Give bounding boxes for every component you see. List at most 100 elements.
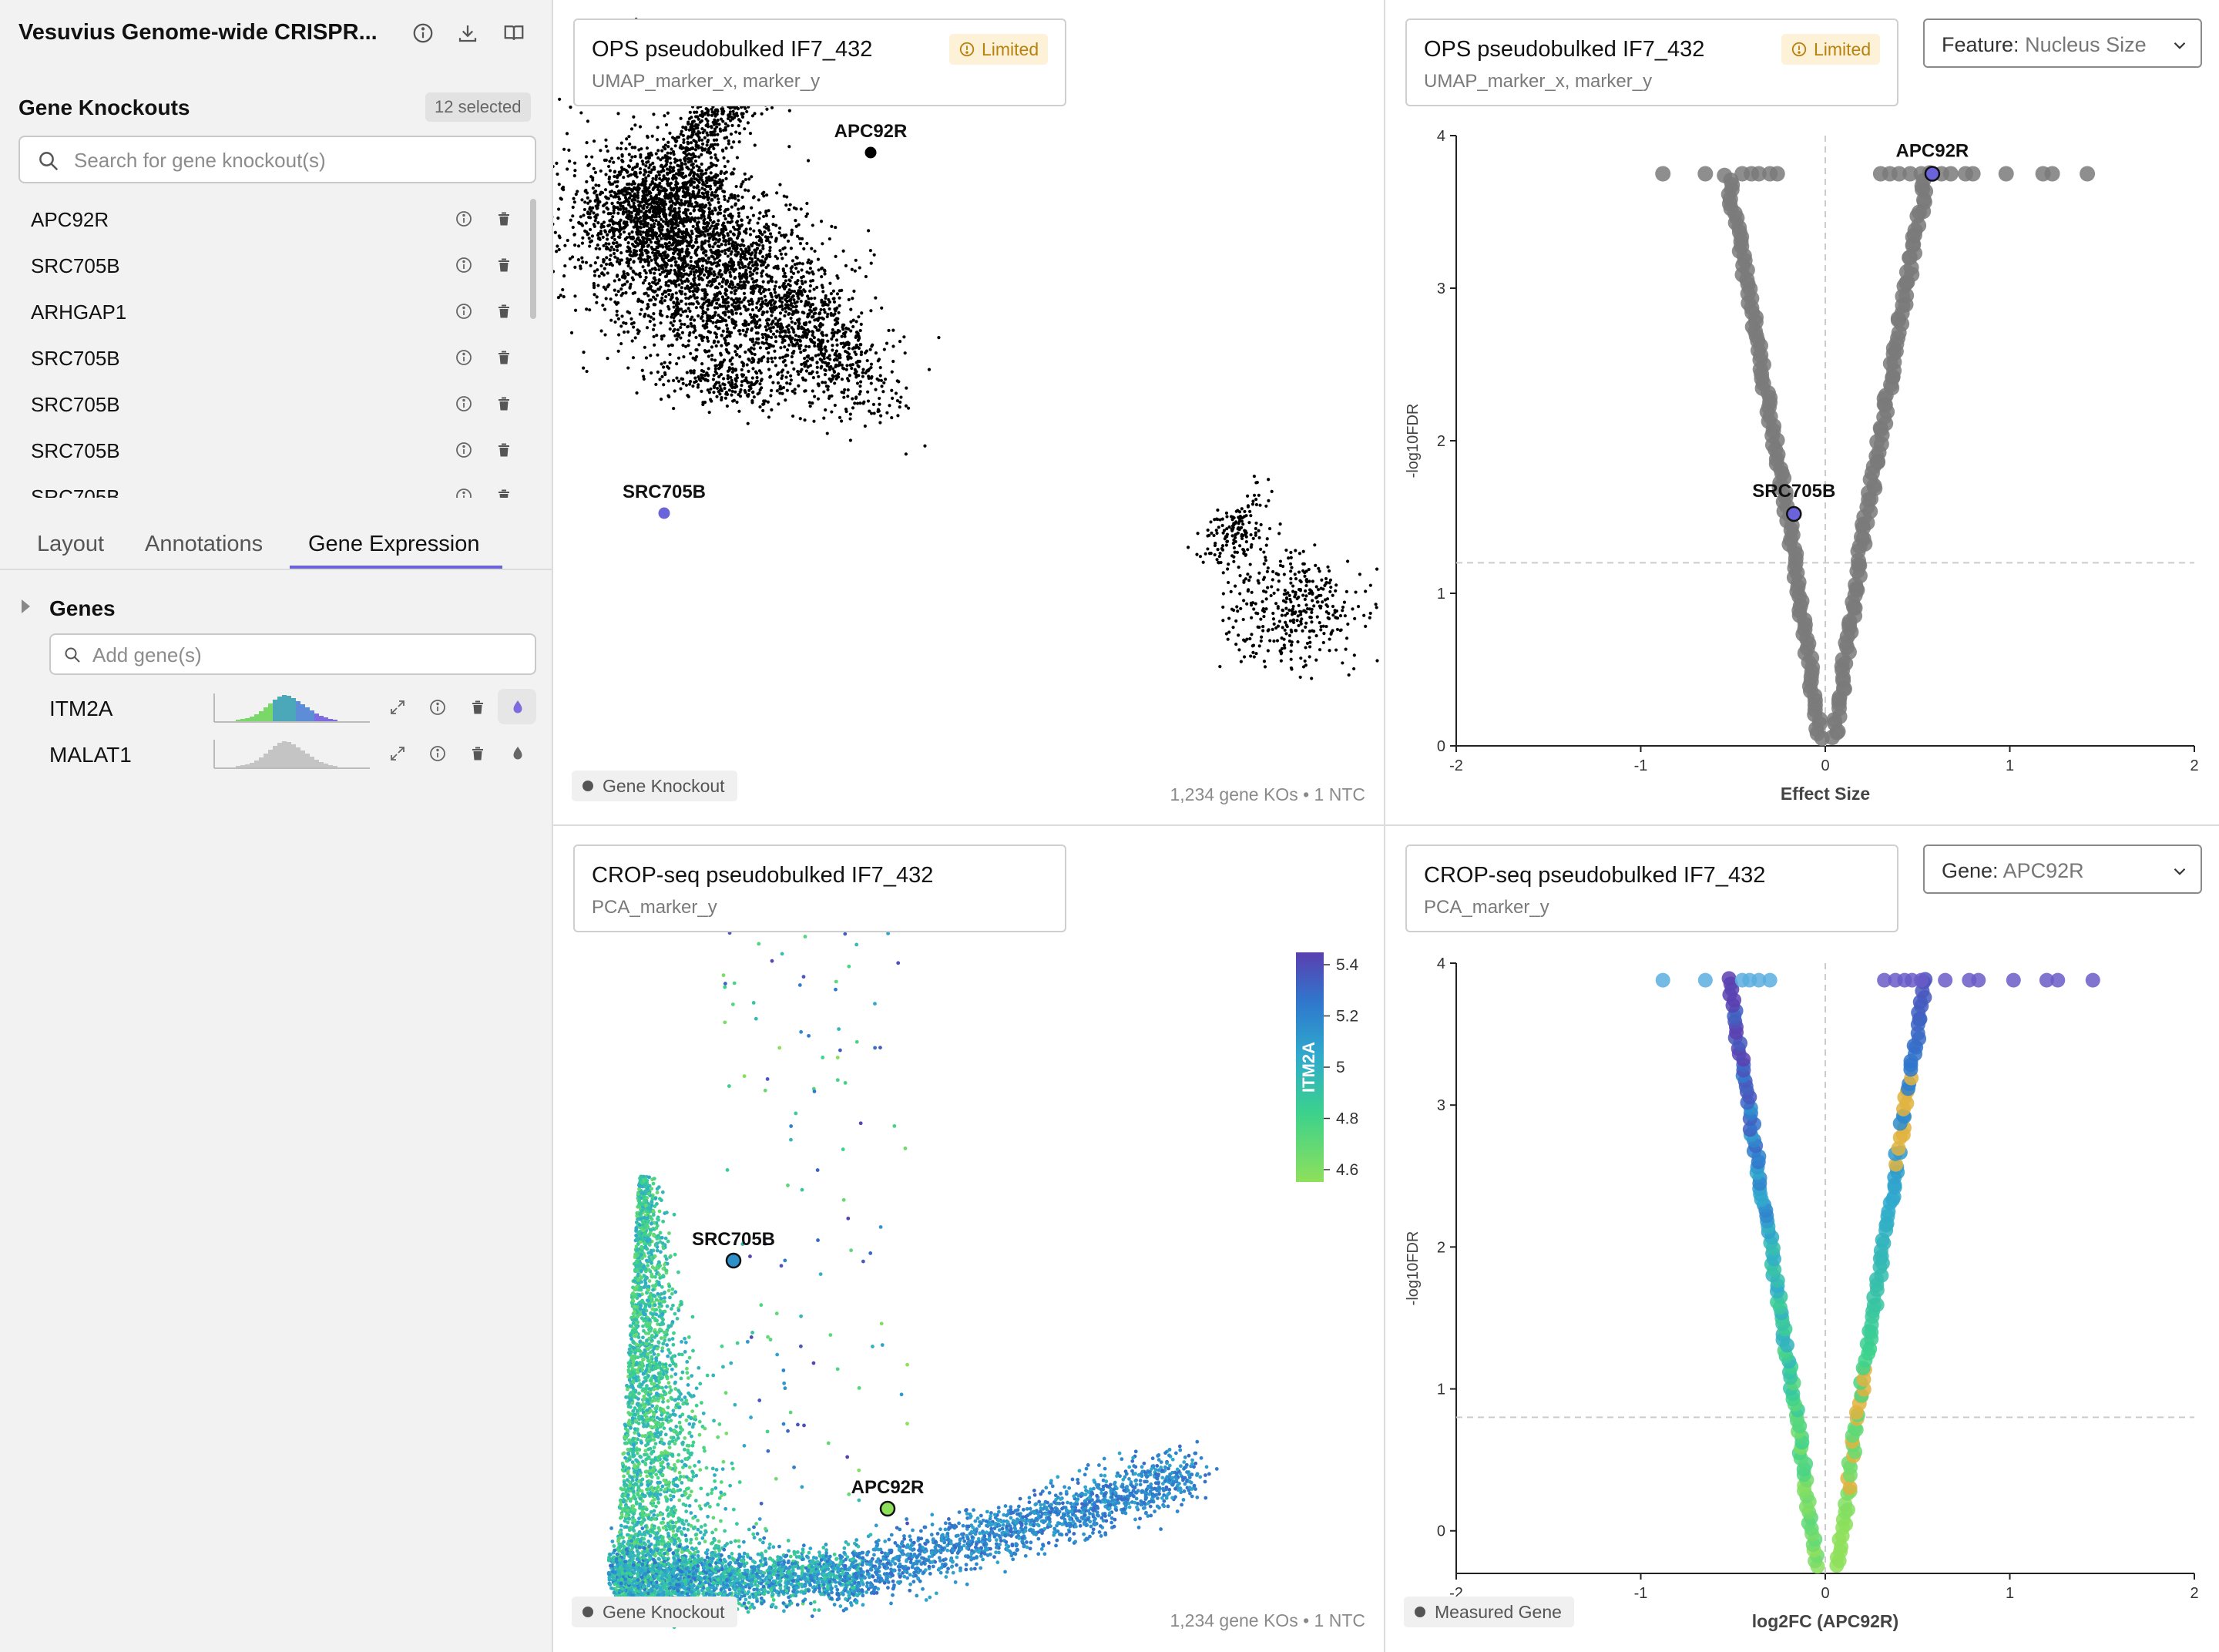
umap-cell bbox=[693, 289, 697, 293]
knockout-list-item[interactable]: APC92R bbox=[0, 196, 532, 242]
ops-umap-plot[interactable]: APC92RSRC705B bbox=[553, 0, 1385, 826]
tab-annotations[interactable]: Annotations bbox=[145, 532, 263, 557]
info-icon[interactable] bbox=[428, 698, 447, 717]
umap-cell bbox=[670, 228, 674, 232]
umap-cell bbox=[731, 260, 736, 264]
umap-cell bbox=[851, 324, 855, 329]
umap-cell bbox=[848, 438, 853, 442]
umap-cell bbox=[796, 270, 801, 274]
umap-cell bbox=[1333, 609, 1337, 613]
tab-layout[interactable]: Layout bbox=[37, 532, 104, 557]
trash-icon[interactable] bbox=[468, 698, 487, 717]
umap-cell bbox=[750, 206, 754, 210]
umap-cell bbox=[784, 375, 788, 379]
expand-icon[interactable] bbox=[388, 698, 407, 717]
add-gene-input[interactable] bbox=[92, 641, 524, 669]
umap-cell bbox=[785, 334, 789, 338]
umap-cell bbox=[1269, 593, 1273, 598]
info-icon[interactable] bbox=[455, 348, 473, 367]
color-drop-icon[interactable] bbox=[509, 744, 527, 763]
knockout-search-input[interactable] bbox=[74, 145, 521, 176]
umap-cell bbox=[1271, 617, 1276, 621]
umap-cell bbox=[630, 242, 635, 247]
umap-cell bbox=[797, 334, 801, 338]
umap-cell bbox=[781, 296, 784, 300]
umap-cell bbox=[726, 124, 730, 128]
trash-icon[interactable] bbox=[495, 302, 513, 321]
info-icon[interactable] bbox=[455, 441, 473, 459]
umap-cell bbox=[623, 276, 627, 280]
info-icon[interactable] bbox=[428, 744, 447, 763]
umap-cell bbox=[1324, 576, 1328, 581]
umap-cell bbox=[710, 178, 714, 182]
umap-cell bbox=[1305, 607, 1310, 611]
umap-cell bbox=[675, 376, 679, 380]
umap-cell bbox=[734, 377, 737, 381]
genes-section-toggle[interactable]: Genes bbox=[0, 589, 553, 627]
add-gene-field[interactable] bbox=[49, 633, 536, 675]
umap-cell bbox=[695, 223, 700, 227]
download-icon[interactable] bbox=[456, 22, 479, 45]
info-icon[interactable] bbox=[455, 210, 473, 228]
trash-icon[interactable] bbox=[495, 441, 513, 459]
color-drop-icon[interactable] bbox=[509, 698, 527, 717]
umap-cell bbox=[712, 111, 717, 115]
knockout-list-scrollbar[interactable] bbox=[530, 199, 536, 319]
umap-cell bbox=[774, 317, 777, 321]
umap-cell bbox=[663, 251, 666, 255]
info-icon[interactable] bbox=[411, 22, 435, 45]
umap-cell bbox=[755, 247, 760, 250]
umap-cell bbox=[1264, 559, 1268, 562]
info-icon[interactable] bbox=[455, 395, 473, 413]
umap-cell bbox=[1316, 588, 1321, 592]
umap-cell bbox=[713, 314, 717, 317]
umap-cell bbox=[778, 183, 782, 186]
info-icon[interactable] bbox=[455, 487, 473, 498]
gene-row[interactable]: ITM2A bbox=[0, 687, 553, 730]
info-icon[interactable] bbox=[455, 302, 473, 321]
trash-icon[interactable] bbox=[468, 744, 487, 763]
trash-icon[interactable] bbox=[495, 395, 513, 413]
knockout-list-item[interactable]: SRC705B bbox=[0, 381, 532, 427]
umap-cell bbox=[655, 138, 660, 142]
umap-cell bbox=[1265, 569, 1270, 573]
umap-cell bbox=[613, 190, 616, 195]
trash-icon[interactable] bbox=[495, 256, 513, 274]
info-icon[interactable] bbox=[455, 256, 473, 274]
umap-cell bbox=[650, 181, 654, 185]
umap-cell bbox=[821, 290, 825, 294]
umap-cell bbox=[676, 223, 680, 227]
umap-cell bbox=[734, 249, 738, 253]
umap-cell bbox=[653, 323, 656, 327]
umap-cell bbox=[896, 414, 900, 418]
umap-cell bbox=[717, 381, 721, 384]
umap-cell bbox=[632, 325, 636, 329]
trash-icon[interactable] bbox=[495, 487, 513, 498]
gene-label: MALAT1 bbox=[49, 743, 132, 767]
umap-cell bbox=[1313, 543, 1317, 547]
umap-cell bbox=[683, 344, 688, 348]
umap-cell bbox=[791, 294, 795, 298]
knockout-list-item[interactable]: SRC705B bbox=[0, 473, 532, 498]
gene-row[interactable]: MALAT1 bbox=[0, 734, 553, 777]
knockout-list-item[interactable]: SRC705B bbox=[0, 242, 532, 288]
trash-icon[interactable] bbox=[495, 210, 513, 228]
umap-cell bbox=[560, 186, 564, 190]
umap-cell bbox=[693, 358, 697, 362]
umap-cell bbox=[553, 230, 557, 234]
book-icon[interactable] bbox=[502, 22, 525, 45]
umap-cell bbox=[806, 327, 810, 332]
sidebar-tabs: Layout Annotations Gene Expression bbox=[0, 516, 553, 570]
umap-cell bbox=[754, 331, 758, 335]
knockout-list-item[interactable]: ARHGAP1 bbox=[0, 288, 532, 334]
expand-icon[interactable] bbox=[388, 744, 407, 763]
knockout-search[interactable] bbox=[18, 136, 536, 183]
knockout-list-item[interactable]: SRC705B bbox=[0, 427, 532, 473]
umap-cell bbox=[1308, 655, 1311, 659]
umap-cell bbox=[703, 112, 707, 116]
umap-cell bbox=[637, 257, 641, 260]
tab-gene-expression[interactable]: Gene Expression bbox=[308, 532, 479, 557]
umap-cell bbox=[673, 282, 676, 286]
trash-icon[interactable] bbox=[495, 348, 513, 367]
knockout-list-item[interactable]: SRC705B bbox=[0, 334, 532, 381]
